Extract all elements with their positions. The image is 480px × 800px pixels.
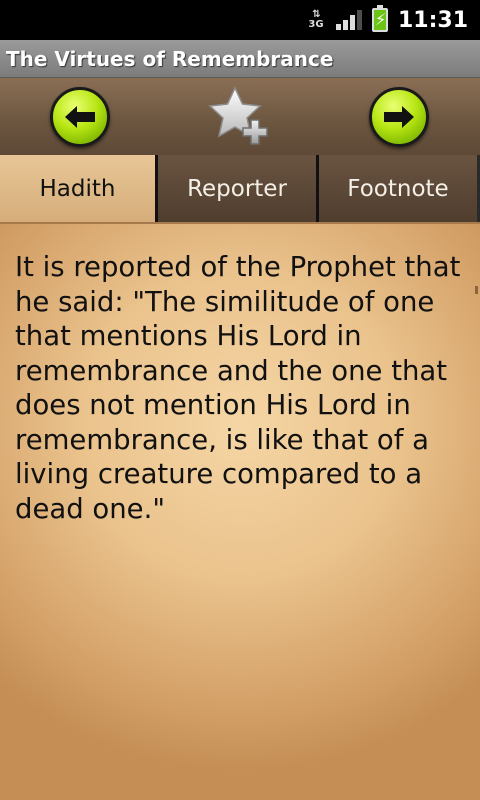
add-favorite-button[interactable] [205, 84, 273, 150]
app-title-bar: The Virtues of Remembrance [0, 40, 480, 78]
previous-button[interactable] [50, 87, 110, 147]
scrollbar-indicator[interactable] [475, 286, 478, 294]
tab-reporter-label: Reporter [187, 175, 287, 202]
hadith-text: It is reported of the Prophet that he sa… [15, 251, 461, 525]
tab-hadith[interactable]: Hadith [0, 155, 158, 222]
tab-reporter[interactable]: Reporter [158, 155, 319, 222]
tab-footnote-label: Footnote [347, 175, 449, 202]
navigation-toolbar [0, 78, 480, 155]
app-title: The Virtues of Remembrance [6, 46, 334, 71]
arrow-right-icon [384, 106, 414, 128]
charging-bolt-icon: ⚡ [374, 10, 387, 29]
signal-strength-icon [335, 10, 362, 30]
status-clock: 11:31 [397, 7, 468, 33]
star-add-icon [208, 86, 268, 145]
network-type: 3G [308, 19, 324, 30]
hadith-content-panel[interactable]: It is reported of the Prophet that he sa… [0, 222, 480, 800]
network-indicator: ⇅ 3G [306, 10, 326, 30]
arrow-left-icon [65, 106, 95, 128]
next-button[interactable] [369, 87, 429, 147]
tab-hadith-label: Hadith [39, 175, 116, 202]
tab-footnote[interactable]: Footnote [319, 155, 477, 222]
battery-charging-icon: ⚡ [371, 5, 388, 32]
content-tabs: Hadith Reporter Footnote [0, 155, 480, 222]
status-bar: ⇅ 3G ⚡ 11:31 [0, 0, 480, 40]
